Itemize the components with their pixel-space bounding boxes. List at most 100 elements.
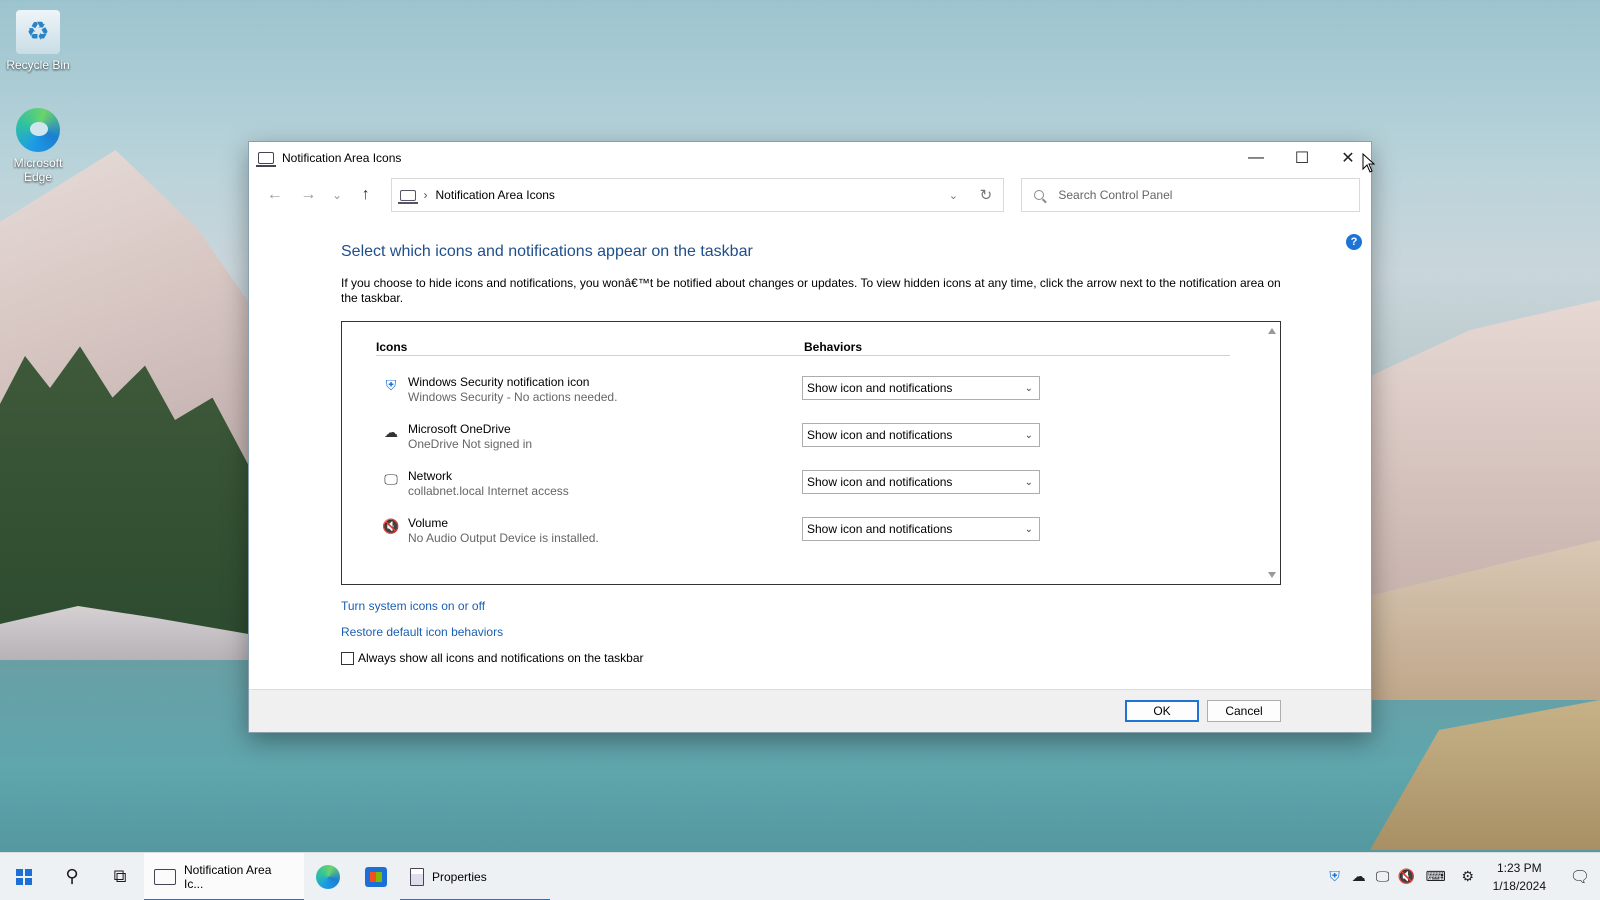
keyboard-icon[interactable]: ⌨	[1419, 868, 1453, 885]
search-box[interactable]	[1021, 178, 1360, 212]
always-show-checkbox[interactable]	[341, 651, 354, 665]
dialog-footer: OK Cancel	[249, 689, 1371, 732]
row-name: Windows Security notification icon	[408, 375, 590, 389]
always-show-checkbox-row[interactable]: Always show all icons and notifications …	[341, 651, 1281, 665]
forward-button[interactable]: →	[294, 180, 324, 210]
behavior-select[interactable]: Show icon and notifications ⌄	[802, 517, 1040, 541]
system-tray: ⛨ ☁ 🖵 🔇 ⌨ ⚙ 1:23 PM 1/18/2024 🗨	[1323, 853, 1600, 900]
maximize-button[interactable]: ☐	[1279, 142, 1325, 173]
taskbar-app-properties[interactable]: Properties	[400, 853, 550, 900]
edge-icon	[316, 864, 340, 889]
desktop-icon-label: Recycle Bin	[6, 58, 70, 72]
behavior-select-value: Show icon and notifications	[807, 475, 953, 489]
table-row: ⛨ Windows Security notification icon Win…	[376, 373, 1230, 413]
clock-date: 1/18/2024	[1492, 878, 1546, 893]
volume-muted-icon[interactable]: 🔇	[1395, 868, 1419, 885]
control-panel-icon	[256, 151, 276, 167]
desktop-recycle-bin[interactable]: Recycle Bin	[0, 10, 76, 72]
behavior-select[interactable]: Show icon and notifications ⌄	[802, 470, 1040, 494]
always-show-checkbox-label: Always show all icons and notifications …	[358, 651, 644, 665]
row-name: Volume	[408, 516, 449, 530]
table-row: 🖵 Network collabnet.local Internet acces…	[376, 467, 1230, 507]
row-status: OneDrive Not signed in	[408, 437, 533, 451]
address-bar[interactable]: › Notification Area Icons ⌄ ↻	[390, 178, 1005, 212]
breadcrumb-notification-area-icons[interactable]: Notification Area Icons	[436, 188, 940, 202]
row-status: Windows Security - No actions needed.	[408, 390, 618, 404]
cloud-icon[interactable]: ☁	[1347, 868, 1371, 885]
icons-behaviors-table: Icons Behaviors ⛨ Windows Security notif…	[341, 321, 1281, 585]
wallpaper-grass	[1370, 700, 1600, 850]
taskbar-store-button[interactable]	[352, 853, 400, 900]
page-description: If you choose to hide icons and notifica…	[341, 276, 1281, 305]
search-icon: ⚲	[65, 866, 79, 886]
search-input[interactable]	[1058, 188, 1339, 202]
taskbar-app-label: Properties	[432, 869, 487, 884]
window-title: Notification Area Icons	[282, 150, 402, 165]
row-status: collabnet.local Internet access	[408, 484, 569, 498]
gear-icon[interactable]: ⚙	[1453, 868, 1483, 885]
shield-icon[interactable]: ⛨	[1323, 868, 1347, 885]
links-section: Turn system icons on or off Restore defa…	[341, 599, 1281, 639]
minimize-button[interactable]: —	[1233, 142, 1279, 173]
cancel-button[interactable]: Cancel	[1207, 700, 1281, 722]
start-button[interactable]	[0, 853, 48, 900]
task-view-button[interactable]: ⧉	[96, 853, 144, 900]
behavior-select[interactable]: Show icon and notifications ⌄	[802, 376, 1040, 400]
row-name: Microsoft OneDrive	[408, 422, 511, 436]
control-panel-icon	[154, 868, 176, 885]
table-header: Icons Behaviors	[376, 340, 1230, 356]
behavior-select-value: Show icon and notifications	[807, 381, 953, 395]
desktop-microsoft-edge[interactable]: Microsoft Edge	[0, 108, 76, 184]
table-row: 🔇 Volume No Audio Output Device is insta…	[376, 514, 1230, 554]
chevron-down-icon: ⌄	[1024, 382, 1033, 394]
search-taskbar-button[interactable]: ⚲	[48, 853, 96, 900]
search-icon	[1034, 190, 1045, 200]
recent-locations-button[interactable]: ⌄	[327, 180, 347, 210]
page-title: Select which icons and notifications app…	[341, 243, 753, 260]
row-status: No Audio Output Device is installed.	[408, 531, 599, 545]
recycle-bin-icon	[16, 10, 60, 54]
up-button[interactable]: ↑	[351, 180, 381, 210]
clock[interactable]: 1:23 PM 1/18/2024	[1483, 859, 1560, 895]
taskbar: ⚲ ⧉ Notification Area Ic... Properties ⛨…	[0, 852, 1600, 900]
title-bar[interactable]: Notification Area Icons — ☐ ✕	[249, 142, 1371, 173]
notification-center-icon[interactable]: 🗨	[1560, 867, 1600, 887]
taskbar-app-notification-area-icons[interactable]: Notification Area Ic...	[144, 852, 304, 900]
edge-icon	[16, 108, 60, 152]
address-dropdown-button[interactable]: ⌄	[939, 189, 967, 202]
cloud-icon: ☁	[384, 424, 398, 440]
taskbar-app-label: Notification Area Ic...	[183, 862, 272, 891]
table-row: ☁ Microsoft OneDrive OneDrive Not signed…	[376, 420, 1230, 460]
refresh-button[interactable]: ↻	[967, 186, 1003, 204]
navigation-bar: ← → ⌄ ↑ › Notification Area Icons ⌄ ↻	[249, 173, 1371, 217]
chevron-down-icon: ⌄	[1024, 476, 1033, 488]
help-icon[interactable]: ?	[1346, 234, 1362, 250]
network-icon: 🖵	[384, 471, 398, 487]
restore-defaults-link[interactable]: Restore default icon behaviors	[341, 625, 1281, 639]
main-content: Select which icons and notifications app…	[341, 243, 1281, 665]
properties-icon	[410, 867, 424, 886]
store-icon	[365, 866, 387, 887]
control-panel-icon	[397, 189, 418, 204]
clock-time: 1:23 PM	[1496, 860, 1542, 875]
scroll-down-arrow[interactable]	[1268, 572, 1276, 578]
row-name: Network	[408, 469, 453, 483]
chevron-down-icon: ⌄	[1024, 429, 1033, 441]
breadcrumb-separator: ›	[423, 188, 428, 202]
task-view-icon: ⧉	[113, 866, 127, 886]
column-header-behaviors: Behaviors	[804, 340, 863, 354]
chevron-down-icon: ⌄	[1024, 523, 1033, 535]
volume-muted-icon: 🔇	[382, 518, 400, 534]
desktop-icon-label: Microsoft Edge	[13, 156, 63, 184]
taskbar-edge-button[interactable]	[304, 853, 352, 900]
ok-button[interactable]: OK	[1125, 700, 1199, 722]
column-header-icons: Icons	[376, 340, 408, 354]
behavior-select[interactable]: Show icon and notifications ⌄	[802, 423, 1040, 447]
shield-icon: ⛨	[385, 377, 397, 393]
windows-logo-icon	[16, 868, 32, 885]
behavior-select-value: Show icon and notifications	[807, 428, 953, 442]
scroll-up-arrow[interactable]	[1268, 328, 1276, 334]
turn-system-icons-link[interactable]: Turn system icons on or off	[341, 599, 1281, 613]
network-icon[interactable]: 🖵	[1371, 868, 1395, 885]
back-button[interactable]: ←	[260, 180, 290, 210]
